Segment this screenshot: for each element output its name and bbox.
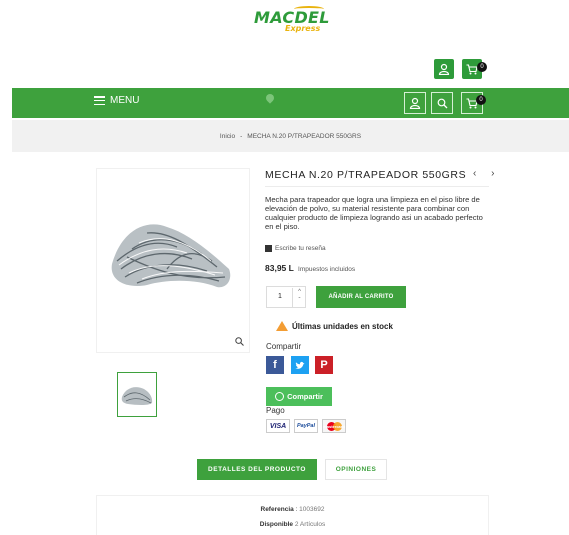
- write-review-link[interactable]: Escribe tu reseña: [265, 245, 326, 252]
- menu-button[interactable]: MENU: [94, 95, 139, 106]
- breadcrumb-current: MECHA N.20 P/TRAPEADOR 550GRS: [247, 132, 362, 140]
- write-review-label: Escribe tu reseña: [275, 245, 326, 252]
- paypal-logo: PayPal: [294, 419, 318, 433]
- nav-cart-count-badge: 0: [476, 95, 486, 105]
- hamburger-icon: [94, 96, 105, 105]
- product-thumbnail[interactable]: [117, 372, 157, 417]
- search-icon: [437, 98, 447, 108]
- add-to-cart-button[interactable]: AÑADIR AL CARRITO: [316, 286, 406, 308]
- cart-button[interactable]: 0: [462, 59, 487, 79]
- twitter-icon: [295, 361, 305, 369]
- product-description: Mecha para trapeador que logra una limpi…: [265, 195, 483, 231]
- quantity-step-buttons[interactable]: ^ ˇ: [292, 288, 306, 307]
- quantity-input[interactable]: 1: [278, 293, 282, 300]
- whatsapp-icon: [275, 392, 285, 401]
- payment-label: Pago: [266, 406, 285, 415]
- twitter-share-button[interactable]: [291, 356, 309, 374]
- reference-value: 1003692: [299, 506, 325, 513]
- whatsapp-share-label: Compartir: [287, 392, 323, 401]
- pinterest-share-button[interactable]: P: [315, 356, 333, 374]
- location-pin-icon[interactable]: [264, 92, 276, 104]
- visa-logo: VISA: [266, 419, 290, 433]
- availability-value: 2 Artículos: [294, 521, 326, 528]
- quantity-stepper[interactable]: 1 ^ ˇ: [266, 286, 306, 308]
- product-price: 83,95 L Impuestos incluidos: [265, 263, 355, 273]
- price-value: 83,95 L: [265, 263, 294, 273]
- user-icon: [409, 97, 421, 109]
- zoom-icon[interactable]: [235, 337, 244, 346]
- nav-search-button[interactable]: [431, 92, 453, 114]
- availability-row: Disponible 2 Artículos: [97, 521, 488, 528]
- pencil-icon: [265, 245, 272, 252]
- availability-label: Disponible: [259, 521, 294, 528]
- title-divider: [265, 186, 489, 187]
- cart-count-badge: 0: [477, 62, 487, 72]
- reference-label: Referencia: [260, 506, 294, 513]
- share-label: Compartir: [266, 342, 302, 351]
- product-image-container[interactable]: [96, 168, 250, 353]
- tab-product-details[interactable]: DETALLES DEL PRODUCTO: [197, 459, 317, 480]
- nav-cart-button[interactable]: 0: [461, 92, 486, 114]
- mastercard-label: mastercard: [323, 423, 345, 429]
- menu-label: MENU: [110, 95, 140, 106]
- product-prev-next[interactable]: ‹ ›: [473, 168, 500, 179]
- pinterest-icon: P: [320, 359, 328, 371]
- thumbnail-image: [121, 387, 153, 405]
- tab-reviews[interactable]: OPINIONES: [325, 459, 387, 480]
- account-button[interactable]: [434, 59, 454, 79]
- main-navbar: MENU 0: [12, 88, 569, 118]
- logo-tagline: Express: [285, 24, 321, 33]
- product-title: MECHA N.20 P/TRAPEADOR 550GRS: [265, 169, 467, 181]
- breadcrumb: Inicio - MECHA N.20 P/TRAPEADOR 550GRS: [12, 120, 569, 152]
- stock-notice-text: Últimas unidades en stock: [292, 321, 393, 331]
- tax-note: Impuestos incluidos: [298, 266, 356, 273]
- mastercard-logo: mastercard: [322, 419, 346, 433]
- brand-logo[interactable]: MACDEL Express: [248, 6, 329, 36]
- nav-account-button[interactable]: [404, 92, 426, 114]
- product-image: [111, 224, 231, 288]
- product-details-panel: Referencia : 1003692 Disponible 2 Artícu…: [96, 495, 489, 535]
- breadcrumb-separator: -: [240, 132, 243, 140]
- user-icon: [438, 63, 450, 75]
- warning-icon: [276, 321, 288, 331]
- reference-row: Referencia : 1003692: [260, 506, 325, 513]
- facebook-share-button[interactable]: f: [266, 356, 284, 374]
- whatsapp-share-button[interactable]: Compartir: [266, 387, 332, 406]
- breadcrumb-home-link[interactable]: Inicio: [220, 133, 235, 140]
- stock-notice: Últimas unidades en stock: [276, 321, 393, 331]
- facebook-icon: f: [273, 359, 277, 371]
